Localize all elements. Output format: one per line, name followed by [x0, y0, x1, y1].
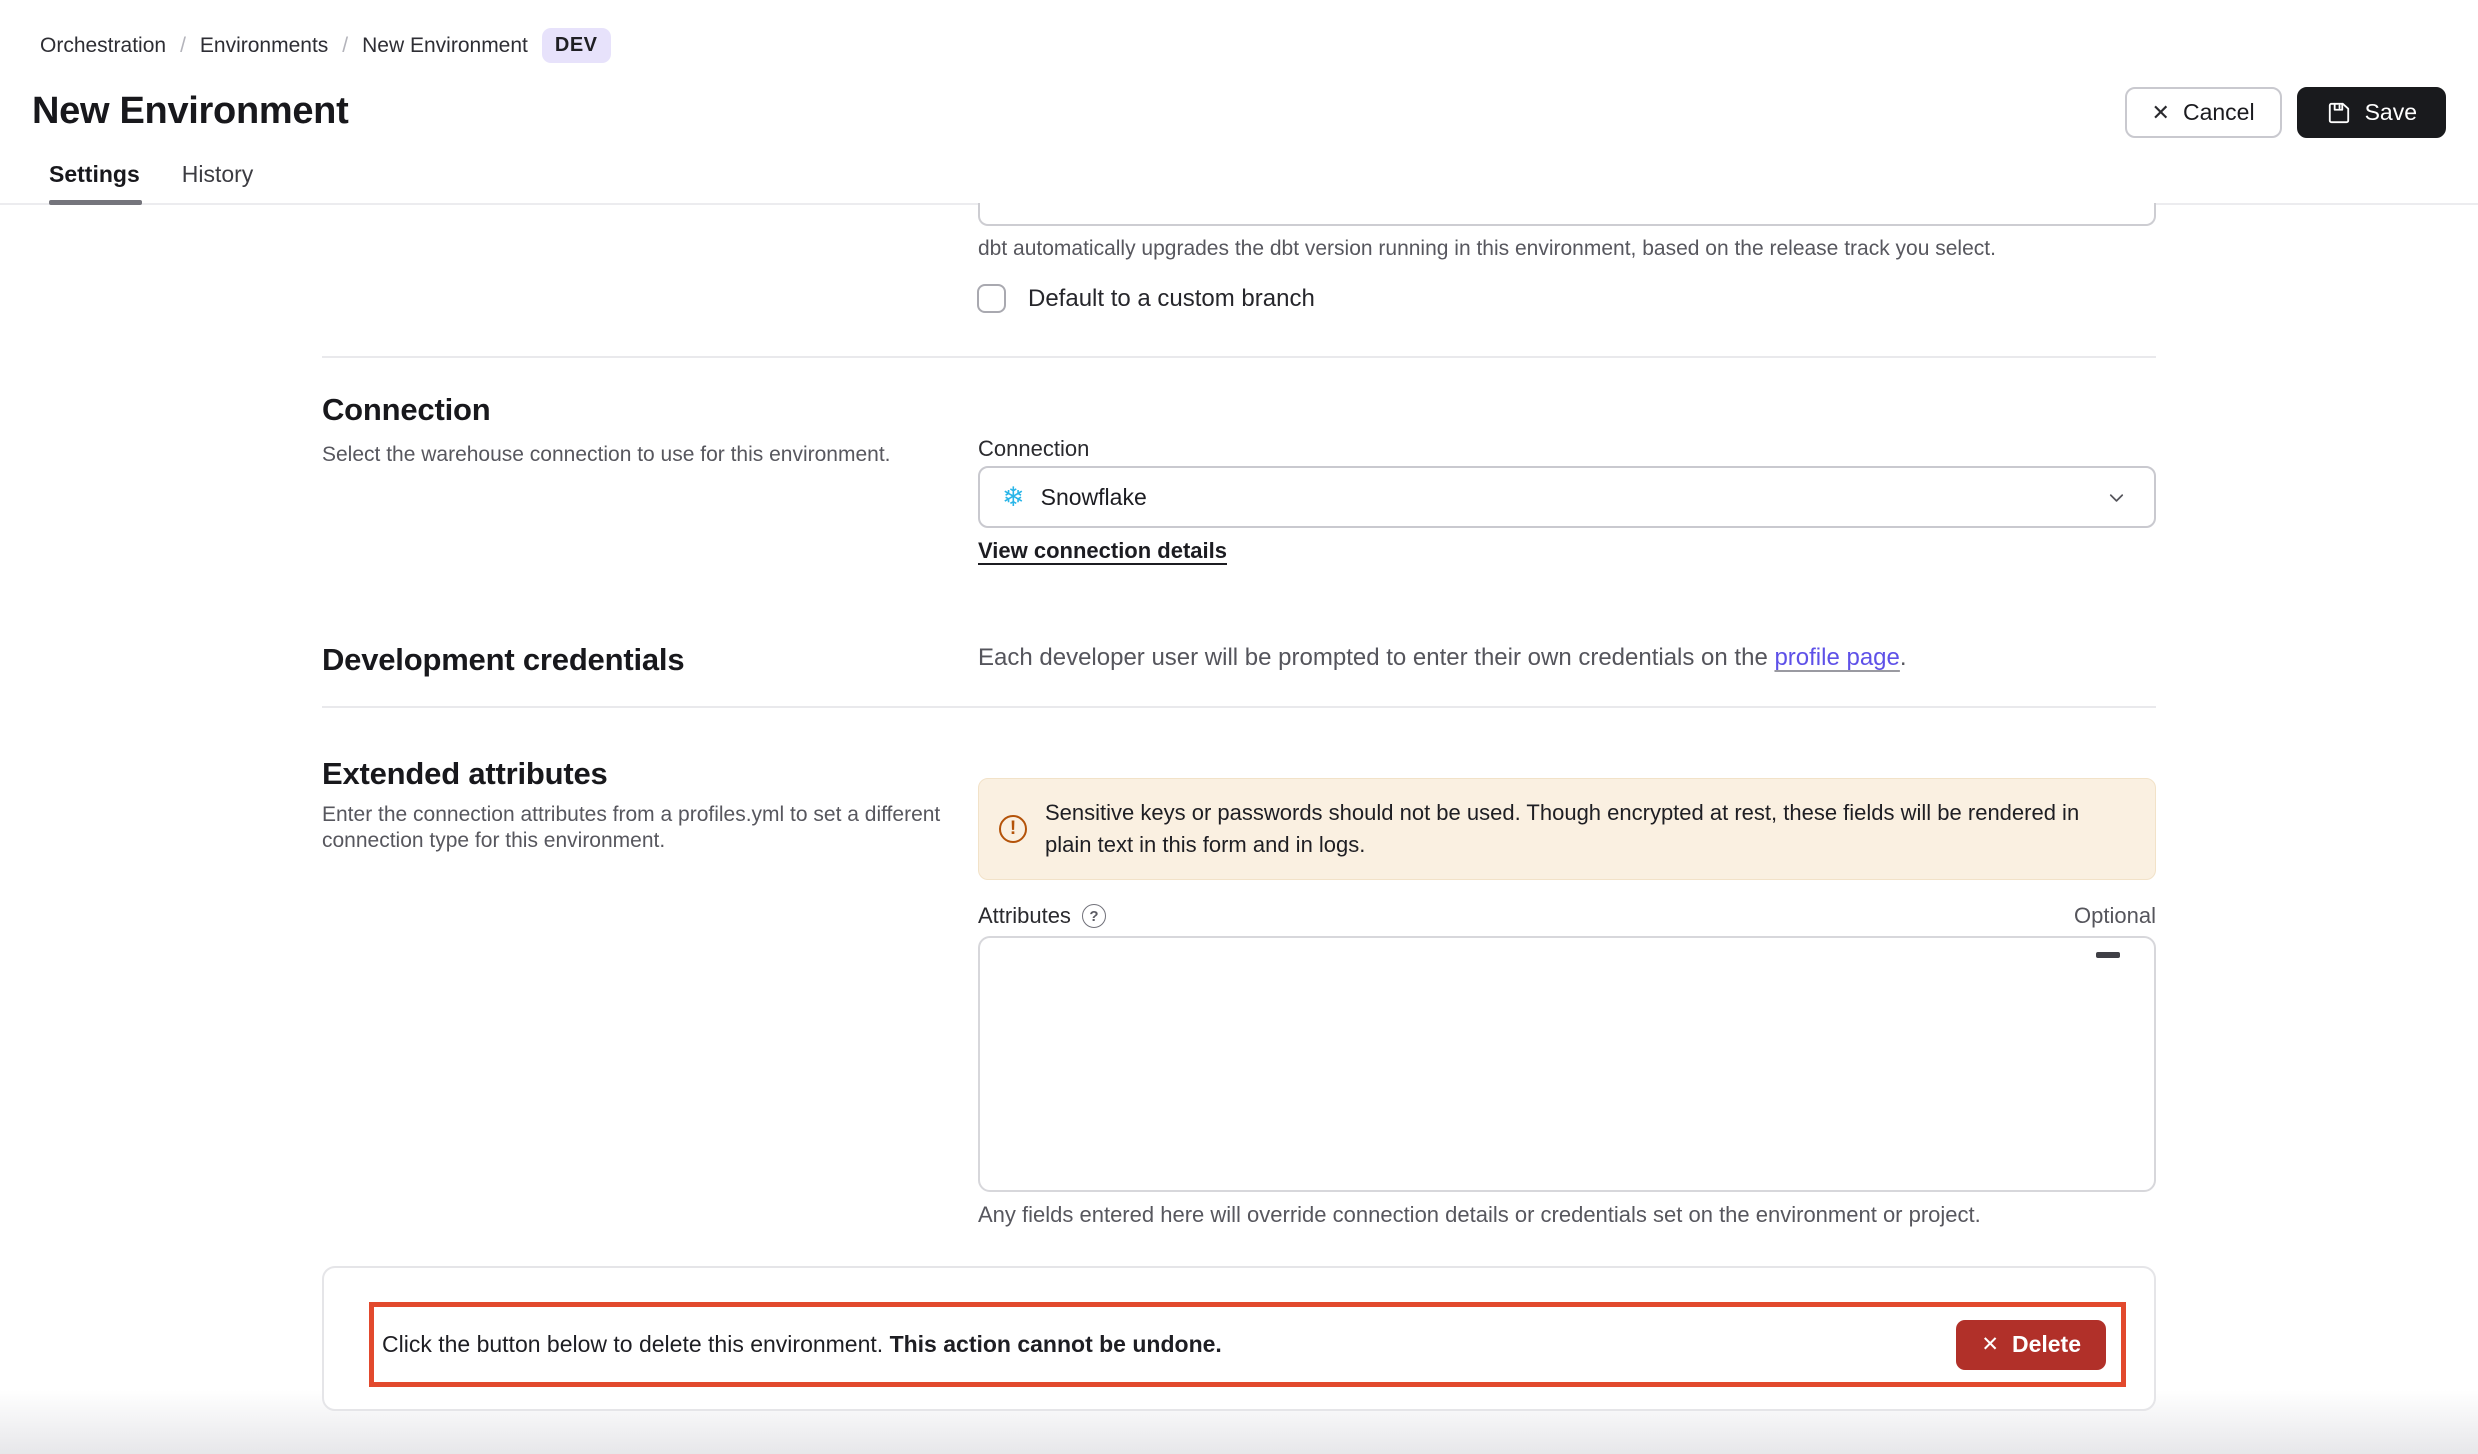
release-track-helper: dbt automatically upgrades the dbt versi…	[978, 237, 1996, 261]
custom-branch-row: Default to a custom branch	[977, 284, 1315, 313]
section-divider	[322, 356, 2156, 358]
optional-label: Optional	[2074, 903, 2156, 929]
save-icon	[2326, 100, 2352, 126]
delete-text-bold: This action cannot be undone.	[890, 1331, 1222, 1357]
save-button-label: Save	[2365, 99, 2417, 126]
snowflake-icon: ❄	[1002, 484, 1025, 511]
connection-description: Select the warehouse connection to use f…	[322, 442, 891, 468]
new-environment-page: Orchestration / Environments / New Envir…	[0, 0, 2478, 1454]
extended-attributes-description: Enter the connection attributes from a p…	[322, 802, 947, 854]
annotation-highlight-rect: Click the button below to delete this en…	[369, 1302, 2126, 1387]
breadcrumb-orchestration[interactable]: Orchestration	[40, 34, 166, 58]
cancel-button-label: Cancel	[2183, 99, 2255, 126]
section-divider	[322, 706, 2156, 708]
delete-environment-text: Click the button below to delete this en…	[382, 1331, 1222, 1358]
header-actions: ✕ Cancel Save	[2125, 87, 2446, 138]
breadcrumb-separator: /	[342, 34, 348, 58]
chevron-down-icon	[2105, 486, 2128, 509]
custom-branch-label: Default to a custom branch	[1028, 285, 1315, 313]
collapse-icon[interactable]	[2096, 952, 2120, 958]
save-button[interactable]: Save	[2297, 87, 2446, 138]
connection-select-value: Snowflake	[1041, 484, 2089, 511]
breadcrumb-separator: /	[180, 34, 186, 58]
breadcrumb-environments[interactable]: Environments	[200, 34, 328, 58]
warning-icon: !	[999, 815, 1027, 843]
active-tab-underline	[49, 200, 142, 205]
dev-credentials-text-after: .	[1900, 644, 1907, 671]
connection-heading: Connection	[322, 392, 491, 428]
sensitive-keys-warning: ! Sensitive keys or passwords should not…	[978, 778, 2156, 880]
delete-button[interactable]: ✕ Delete	[1956, 1320, 2106, 1370]
attributes-label-row: Attributes ? Optional	[978, 903, 2156, 929]
delete-text: Click the button below to delete this en…	[382, 1331, 890, 1357]
delete-button-label: Delete	[2012, 1331, 2081, 1358]
development-credentials-text: Each developer user will be prompted to …	[978, 644, 1907, 672]
environment-type-badge: DEV	[542, 28, 611, 63]
attributes-helper: Any fields entered here will override co…	[978, 1202, 1981, 1228]
delete-environment-card: Click the button below to delete this en…	[322, 1266, 2156, 1411]
help-icon[interactable]: ?	[1082, 904, 1106, 928]
cancel-button[interactable]: ✕ Cancel	[2125, 87, 2282, 138]
connection-field-label: Connection	[978, 436, 1089, 462]
connection-select[interactable]: ❄ Snowflake	[978, 466, 2156, 528]
warning-text: Sensitive keys or passwords should not b…	[1045, 797, 2129, 861]
dev-credentials-text-before: Each developer user will be prompted to …	[978, 644, 1774, 671]
breadcrumb-new-environment[interactable]: New Environment	[362, 34, 528, 58]
release-track-select-partial[interactable]	[978, 203, 2156, 226]
breadcrumb: Orchestration / Environments / New Envir…	[40, 28, 611, 63]
development-credentials-heading: Development credentials	[322, 642, 684, 678]
extended-attributes-heading: Extended attributes	[322, 756, 608, 792]
profile-page-link[interactable]: profile page	[1774, 644, 1899, 671]
close-icon: ✕	[2152, 100, 2170, 126]
close-icon: ✕	[1981, 1332, 1999, 1357]
attributes-textarea[interactable]	[978, 936, 2156, 1192]
custom-branch-checkbox[interactable]	[977, 284, 1006, 313]
view-connection-details-link[interactable]: View connection details	[978, 538, 1227, 564]
page-title: New Environment	[32, 90, 348, 133]
tab-history[interactable]: History	[182, 161, 254, 206]
attributes-field-label: Attributes	[978, 903, 1071, 929]
